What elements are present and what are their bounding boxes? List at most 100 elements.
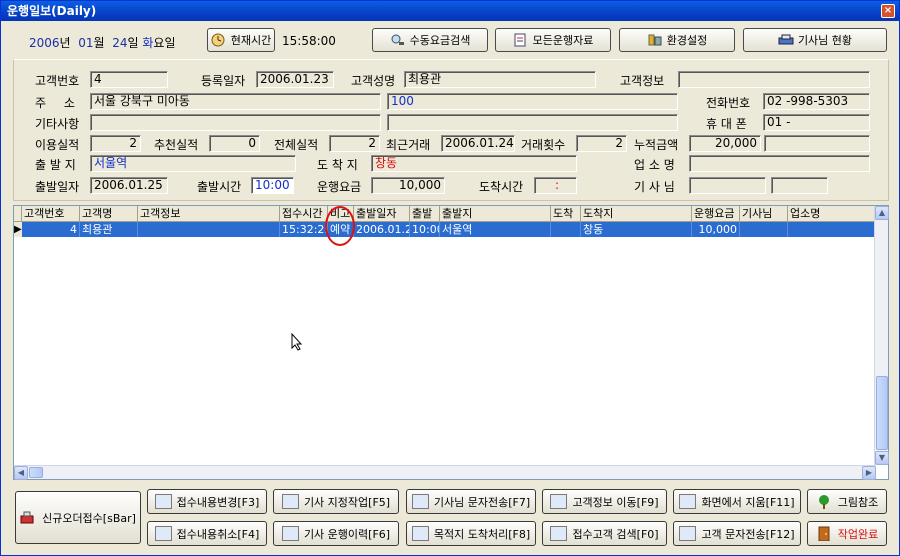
horizontal-scroll-thumb[interactable] bbox=[29, 467, 43, 478]
cell-arrive bbox=[551, 222, 581, 237]
weekday-unit: 요일 bbox=[153, 36, 176, 50]
cancel-icon bbox=[154, 526, 172, 541]
highlight-circle bbox=[325, 206, 355, 246]
trade-count-label: 거래횟수 bbox=[521, 138, 566, 152]
cell-customer-info bbox=[138, 222, 280, 237]
row-indicator-icon: ▶ bbox=[14, 222, 22, 237]
scroll-left-icon[interactable]: ◀ bbox=[14, 466, 28, 480]
customer-search-button[interactable]: 접수고객 검색[F0] bbox=[542, 521, 667, 546]
driver-extra-field[interactable] bbox=[771, 177, 828, 194]
depart-date-field[interactable]: 2006.01.25 bbox=[90, 177, 168, 194]
referral-field[interactable]: 0 bbox=[209, 135, 260, 152]
top-bar: 2006년 01월 24일 화요일 현재시간 15:58:00 수동요금검색 모… bbox=[1, 22, 899, 60]
dest-field[interactable]: 창동 bbox=[371, 155, 577, 172]
col-customer-info[interactable]: 고객정보 bbox=[138, 206, 280, 222]
cell-depart-time: 10:00 bbox=[410, 222, 440, 237]
mobile-label: 휴 대 폰 bbox=[706, 117, 747, 131]
col-receipt-time[interactable]: 접수시간 bbox=[280, 206, 328, 222]
settings-button[interactable]: 환경설정 bbox=[619, 28, 735, 52]
driver-field[interactable] bbox=[689, 177, 766, 194]
depart-date-label: 출발일자 bbox=[35, 180, 80, 194]
fare-field[interactable]: 10,000 bbox=[371, 177, 445, 194]
edit-order-button[interactable]: 접수내용변경[F3] bbox=[147, 489, 267, 514]
vertical-scrollbar[interactable]: ▲ ▼ bbox=[874, 206, 889, 465]
scroll-right-icon[interactable]: ▶ bbox=[862, 466, 876, 480]
table-row[interactable]: 4 최용관 15:32:29 예약 2006.01.25 10:00 서울역 창… bbox=[22, 222, 876, 237]
phone-field[interactable]: 02 -998-5303 bbox=[763, 93, 870, 110]
col-driver[interactable]: 기사님 bbox=[740, 206, 788, 222]
col-origin[interactable]: 출발지 bbox=[440, 206, 551, 222]
horizontal-scrollbar[interactable]: ◀ ▶ bbox=[14, 465, 876, 480]
current-time-button[interactable]: 현재시간 bbox=[207, 28, 275, 52]
driver-sms-button[interactable]: 기사님 문자전송[F7] bbox=[406, 489, 536, 514]
col-business[interactable]: 업소명 bbox=[788, 206, 876, 222]
dest-label: 도 착 지 bbox=[317, 158, 358, 172]
settings-label: 환경설정 bbox=[666, 34, 708, 47]
customer-no-field[interactable]: 4 bbox=[90, 71, 168, 88]
mouse-cursor-icon bbox=[291, 333, 303, 351]
manual-fare-search-button[interactable]: 수동요금검색 bbox=[372, 28, 488, 52]
arrive-time-field[interactable]: : bbox=[534, 177, 577, 194]
depart-time-field[interactable]: 10:00 bbox=[251, 177, 294, 194]
other-field[interactable] bbox=[90, 114, 381, 131]
trade-count-field[interactable]: 2 bbox=[576, 135, 627, 152]
driver-history-button[interactable]: 기사 운행이력[F6] bbox=[273, 521, 399, 546]
business-label: 업 소 명 bbox=[634, 158, 675, 172]
customer-no-label: 고객번호 bbox=[35, 74, 80, 88]
col-fare[interactable]: 운행요금 bbox=[692, 206, 740, 222]
edit-order-label: 접수내용변경[F3] bbox=[176, 495, 260, 509]
work-complete-button[interactable]: 작업완료 bbox=[807, 521, 887, 546]
business-field[interactable] bbox=[689, 155, 870, 172]
col-arrive[interactable]: 도착 bbox=[551, 206, 581, 222]
acc-amount-extra-field[interactable] bbox=[764, 135, 870, 152]
current-date: 2006년 01월 24일 화요일 bbox=[29, 34, 176, 51]
customer-name-field[interactable]: 최용관 bbox=[404, 71, 596, 88]
col-depart-date[interactable]: 출발일자 bbox=[354, 206, 410, 222]
phone-icon bbox=[20, 510, 37, 525]
arrival-process-label: 목적지 도착처리[F8] bbox=[433, 527, 531, 541]
manual-fare-search-label: 수동요금검색 bbox=[409, 34, 471, 47]
customer-sms-button[interactable]: 고객 문자전송[F12] bbox=[673, 521, 801, 546]
customer-info-move-label: 고객정보 이동[F9] bbox=[572, 495, 659, 509]
cancel-order-button[interactable]: 접수내용취소[F4] bbox=[147, 521, 267, 546]
main-window: 운행일보(Daily) × 2006년 01월 24일 화요일 현재시간 15:… bbox=[0, 0, 900, 556]
customer-info-field[interactable] bbox=[678, 71, 870, 88]
new-order-label: 신규오더접수[sBar] bbox=[42, 511, 136, 525]
vertical-scroll-thumb[interactable] bbox=[876, 376, 888, 450]
scroll-down-icon[interactable]: ▼ bbox=[875, 451, 889, 465]
col-destination[interactable]: 도착지 bbox=[581, 206, 692, 222]
new-order-button[interactable]: 신규오더접수[sBar] bbox=[15, 491, 141, 544]
arrival-process-button[interactable]: 목적지 도착처리[F8] bbox=[406, 521, 536, 546]
assign-driver-button[interactable]: 기사 지정작업[F5] bbox=[273, 489, 399, 514]
col-customer-name[interactable]: 고객명 bbox=[80, 206, 138, 222]
usage-label: 이용실적 bbox=[35, 138, 80, 152]
calendar-icon bbox=[281, 526, 299, 541]
cell-driver bbox=[740, 222, 788, 237]
close-button[interactable]: × bbox=[881, 4, 895, 18]
clear-screen-button[interactable]: 화면에서 지움[F11] bbox=[673, 489, 801, 514]
address-detail-field[interactable]: 100 bbox=[387, 93, 678, 110]
all-trip-data-button[interactable]: 모든운행자료 bbox=[495, 28, 611, 52]
picture-reference-button[interactable]: 그림참조 bbox=[807, 489, 887, 514]
customer-info-move-button[interactable]: 고객정보 이동[F9] bbox=[542, 489, 667, 514]
other-field-2[interactable] bbox=[387, 114, 678, 131]
customer-card-icon bbox=[550, 494, 568, 509]
recent-field[interactable]: 2006.01.24 bbox=[441, 135, 515, 152]
address-field[interactable]: 서울 강북구 미아동 bbox=[90, 93, 381, 110]
origin-field[interactable]: 서울역 bbox=[90, 155, 296, 172]
customer-detail-panel: 고객번호 4 등록일자 2006.01.23 고객성명 최용관 고객정보 주 소… bbox=[13, 59, 889, 201]
cell-fare: 10,000 bbox=[692, 222, 740, 237]
mobile-field[interactable]: 01 - bbox=[763, 114, 870, 131]
col-depart[interactable]: 출발 bbox=[410, 206, 440, 222]
month-value: 01 bbox=[78, 36, 94, 50]
driver-status-button[interactable]: 기사님 현황 bbox=[743, 28, 887, 52]
total-field[interactable]: 2 bbox=[329, 135, 380, 152]
cell-customer-no: 4 bbox=[22, 222, 80, 237]
scroll-up-icon[interactable]: ▲ bbox=[875, 206, 889, 220]
col-customer-no[interactable]: 고객번호 bbox=[22, 206, 80, 222]
title-bar[interactable]: 운행일보(Daily) × bbox=[1, 1, 899, 21]
reg-date-field[interactable]: 2006.01.23 bbox=[256, 71, 334, 88]
acc-amount-field[interactable]: 20,000 bbox=[689, 135, 761, 152]
usage-field[interactable]: 2 bbox=[90, 135, 141, 152]
grid-header-indicator bbox=[14, 206, 22, 222]
